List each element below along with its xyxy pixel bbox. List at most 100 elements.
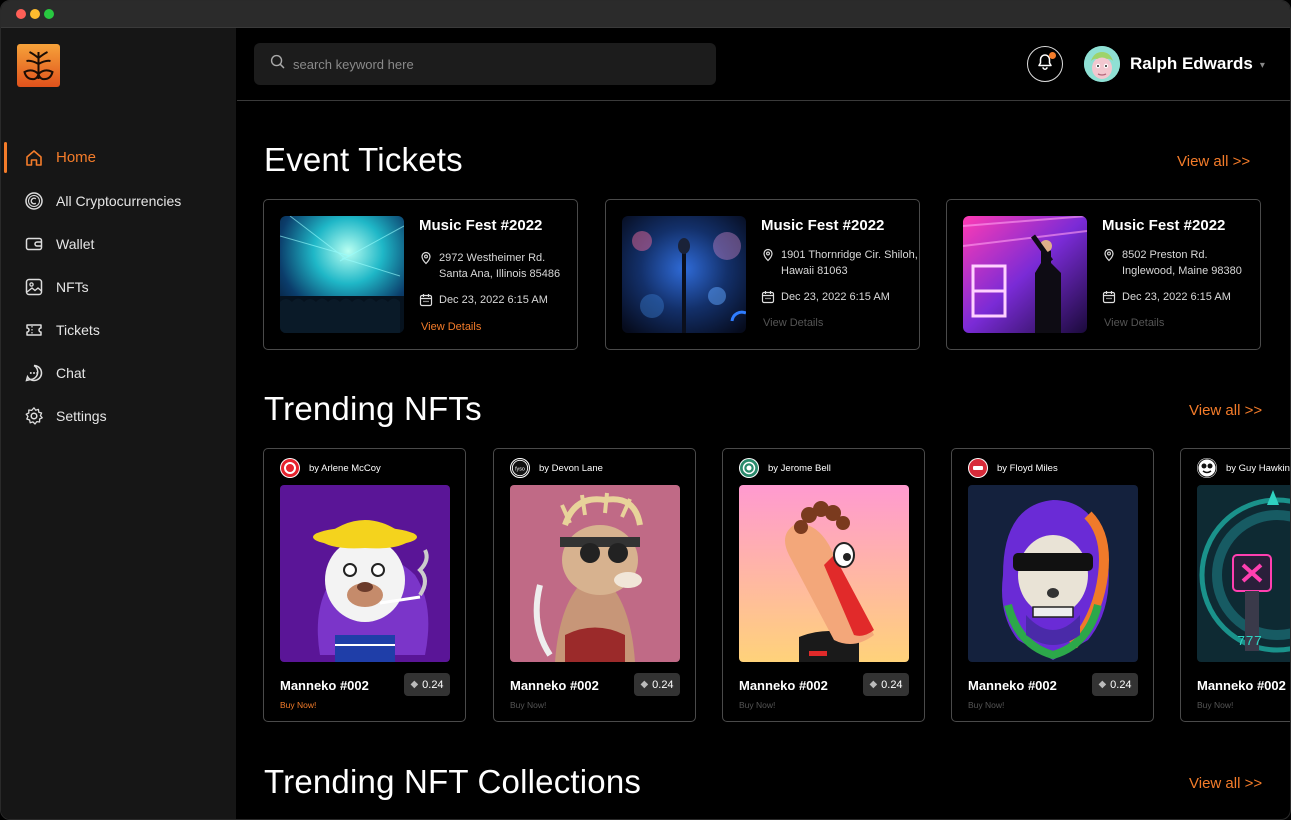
nft-name: Manneko #002	[1197, 678, 1286, 693]
notification-badge	[1049, 52, 1056, 59]
user-name: Ralph Edwards	[1130, 54, 1253, 73]
ticket-date: Dec 23, 2022 6:15 AM	[1122, 291, 1231, 303]
sidebar-item-label: Home	[56, 149, 97, 166]
location-pin-icon	[761, 248, 775, 262]
calendar-icon	[419, 293, 433, 307]
avatar	[1084, 46, 1120, 82]
nft-creator: by Arlene McCoy	[280, 458, 381, 478]
creator-name: by Jerome Bell	[768, 462, 831, 474]
view-all-tickets-link[interactable]: View all >>	[1177, 153, 1250, 170]
ticket-date: Dec 23, 2022 6:15 AM	[781, 291, 890, 303]
chevron-down-icon: ▾	[1259, 60, 1265, 71]
sidebar-item-all-cryptocurrencies[interactable]: All Cryptocurrencies	[1, 179, 236, 222]
notification-button[interactable]	[1027, 46, 1063, 82]
ticket-title: Music Fest #2022	[1102, 217, 1226, 234]
gear-icon	[23, 405, 45, 427]
sidebar-item-label: Tickets	[56, 321, 100, 338]
ticket-image	[280, 216, 404, 333]
creator-name: by Arlene McCoy	[309, 462, 381, 474]
buy-now-link[interactable]: Buy Now!	[510, 700, 546, 710]
sidebar: Home All Cryptocurrencies Wallet NFTs Ti…	[1, 28, 236, 819]
nft-card[interactable]: fyso by Devon Lane Manneko #002 ◆ 0.24 Bu…	[493, 448, 696, 722]
sidebar-item-label: Chat	[56, 364, 86, 381]
ticket-icon	[23, 319, 45, 341]
view-details-link[interactable]: View Details	[421, 321, 481, 333]
sidebar-item-settings[interactable]: Settings	[1, 394, 236, 437]
buy-now-link[interactable]: Buy Now!	[968, 700, 1004, 710]
sidebar-item-label: Wallet	[56, 235, 95, 252]
creator-avatar	[739, 458, 759, 478]
home-icon	[23, 147, 45, 169]
nft-name: Manneko #002	[510, 678, 599, 693]
ticket-address: 2972 Westheimer Rd. Santa Ana, Illinois …	[439, 252, 561, 280]
brand-logo[interactable]	[17, 44, 60, 87]
nft-artwork	[739, 485, 909, 662]
nft-card[interactable]: by Arlene McCoy Manneko #002 ◆ 0.24 Buy N…	[263, 448, 466, 722]
user-menu[interactable]: Ralph Edwards ▾	[1084, 46, 1265, 82]
nft-price: ◆ 0.24	[1092, 673, 1138, 696]
nft-price: ◆ 0.24	[404, 673, 450, 696]
sidebar-item-label: Settings	[56, 407, 107, 424]
ticket-title: Music Fest #2022	[419, 217, 543, 234]
nft-price: ◆ 0.24	[634, 673, 680, 696]
image-icon	[23, 276, 45, 298]
section-title-trending-nfts: Trending NFTs	[264, 390, 482, 427]
crypto-coin-icon	[23, 190, 45, 212]
search-icon	[270, 54, 285, 74]
ticket-date-row: Dec 23, 2022 6:15 AM	[1102, 289, 1231, 305]
location-pin-icon	[1102, 248, 1116, 262]
ticket-card[interactable]: Music Fest #2022 8502 Preston Rd. Inglew…	[946, 199, 1261, 350]
sidebar-item-label: NFTs	[56, 278, 89, 295]
sidebar-item-nfts[interactable]: NFTs	[1, 265, 236, 308]
creator-avatar: fyso	[510, 458, 530, 478]
creator-avatar	[968, 458, 988, 478]
search-input[interactable]	[293, 56, 693, 72]
nft-name: Manneko #002	[280, 678, 369, 693]
ticket-date: Dec 23, 2022 6:15 AM	[439, 294, 548, 306]
nft-creator: fyso by Devon Lane	[510, 458, 603, 478]
nft-price-value: 0.24	[422, 678, 444, 691]
sidebar-item-wallet[interactable]: Wallet	[1, 222, 236, 265]
search-box[interactable]	[254, 43, 716, 85]
ticket-card[interactable]: Music Fest #2022 1901 Thornridge Cir. Sh…	[605, 199, 920, 350]
ticket-image	[963, 216, 1087, 333]
view-all-nfts-link[interactable]: View all >>	[1189, 402, 1262, 419]
calendar-icon	[1102, 290, 1116, 304]
nft-card[interactable]: by Floyd Miles Manneko #002 ◆ 0.24 Buy No…	[951, 448, 1154, 722]
close-window-button[interactable]	[16, 9, 26, 19]
ethereum-icon: ◆	[1098, 679, 1107, 690]
sidebar-item-label: All Cryptocurrencies	[56, 192, 182, 209]
nft-creator: by Guy Hawkins	[1197, 458, 1290, 478]
sidebar-item-chat[interactable]: Chat	[1, 351, 236, 394]
top-bar: Ralph Edwards ▾	[237, 28, 1290, 101]
nft-artwork	[968, 485, 1138, 662]
wallet-icon	[23, 233, 45, 255]
buy-now-link[interactable]: Buy Now!	[1197, 700, 1233, 710]
creator-avatar	[1197, 458, 1217, 478]
buy-now-link[interactable]: Buy Now!	[739, 700, 775, 710]
view-details-link[interactable]: View Details	[763, 317, 823, 329]
nft-price-value: 0.24	[881, 678, 903, 691]
view-all-collections-link[interactable]: View all >>	[1189, 775, 1262, 792]
creator-name: by Floyd Miles	[997, 462, 1058, 474]
section-title-trending-collections: Trending NFT Collections	[264, 763, 642, 800]
view-details-link[interactable]: View Details	[1104, 317, 1164, 329]
ticket-card[interactable]: Music Fest #2022 2972 Westheimer Rd. San…	[263, 199, 578, 350]
creator-name: by Devon Lane	[539, 462, 603, 474]
nft-card[interactable]: by Guy Hawkins 777 Manneko #002 Buy Now!	[1180, 448, 1290, 722]
sidebar-item-tickets[interactable]: Tickets	[1, 308, 236, 351]
ethereum-icon: ◆	[869, 679, 878, 690]
ethereum-icon: ◆	[410, 679, 419, 690]
ticket-image	[622, 216, 746, 333]
ticket-address: 8502 Preston Rd. Inglewood, Maine 98380	[1122, 249, 1242, 277]
nft-name: Manneko #002	[739, 678, 828, 693]
nft-creator: by Jerome Bell	[739, 458, 831, 478]
buy-now-link[interactable]: Buy Now!	[280, 700, 316, 710]
chat-icon	[23, 362, 45, 384]
sidebar-item-home[interactable]: Home	[1, 136, 236, 179]
nft-card[interactable]: by Jerome Bell Manneko #002 ◆ 0.24 Buy No…	[722, 448, 925, 722]
svg-text:fyso: fyso	[515, 466, 525, 472]
nft-creator: by Floyd Miles	[968, 458, 1058, 478]
minimize-window-button[interactable]	[30, 9, 40, 19]
maximize-window-button[interactable]	[44, 9, 54, 19]
